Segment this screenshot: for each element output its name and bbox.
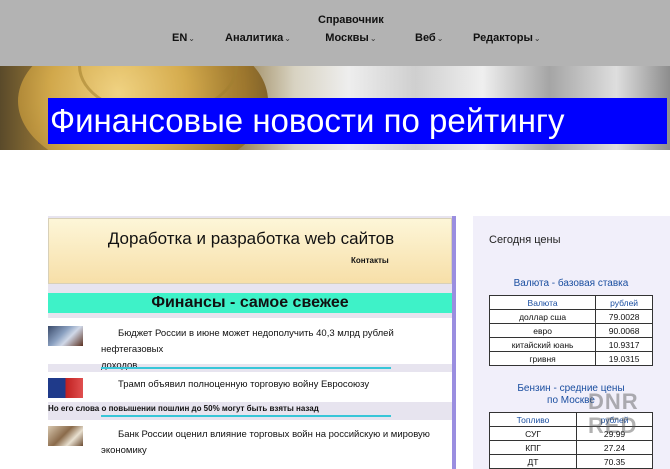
news-item[interactable]: Банк России оценил влияние торговых войн…: [48, 420, 452, 469]
table-row: ДТ 70.35: [488, 454, 653, 469]
news-quote: Но его слова о повышении пошлин до 50% м…: [48, 402, 452, 416]
currency-table: Валюта рублей доллар сша 79.0028 евро 90…: [488, 295, 653, 366]
promo-title: Доработка и разработка web сайтов: [107, 229, 395, 248]
chevron-down-icon: ⌄: [436, 34, 444, 43]
divider: [101, 367, 391, 369]
news-headline[interactable]: Трамп объявил полноценную торговую войну…: [101, 377, 369, 393]
nav-item-label-top: Справочник: [318, 14, 384, 26]
site-title: Финансовые новости по рейтингу: [48, 98, 667, 144]
nav-item-label: Редакторы: [473, 32, 533, 44]
news-thumbnail: [48, 426, 83, 446]
table-row: доллар сша 79.0028: [488, 309, 653, 324]
table-row: евро 90.0068: [488, 323, 653, 338]
column-header: Валюта: [488, 295, 597, 310]
news-headline[interactable]: Банк России оценил влияние торговых войн…: [101, 427, 430, 459]
news-thumbnail: [48, 326, 83, 346]
nav-item-label: Аналитика: [225, 32, 284, 44]
hero-banner: Финансовые новости по рейтингу: [0, 66, 670, 150]
nav-item-label: Москвы: [325, 32, 369, 44]
nav-item-web[interactable]: Веб⌄: [415, 31, 443, 46]
watermark-logo: DNR RED: [588, 389, 639, 438]
news-item[interactable]: Бюджет России в июне может недополучить …: [48, 318, 452, 371]
chevron-down-icon: ⌄: [284, 34, 291, 43]
page: EN⌄ Аналитика⌄ Справочник Москвы⌄ Веб⌄ Р…: [0, 0, 670, 469]
chevron-down-icon: ⌄: [533, 34, 541, 43]
news-item[interactable]: Трамп объявил полноценную торговую войну…: [48, 372, 452, 402]
rates-title: Сегодня цены: [489, 234, 561, 246]
column-header: рублей: [595, 295, 653, 310]
table-row: китайский юань 10.9317: [488, 337, 653, 352]
top-navigation: EN⌄ Аналитика⌄ Справочник Москвы⌄ Веб⌄ Р…: [0, 0, 670, 66]
nav-item-label: Веб: [415, 32, 436, 44]
table-row: гривня 19.0315: [488, 351, 653, 366]
chevron-down-icon: ⌄: [188, 34, 195, 43]
finance-heading: Финансы - самое свежее: [48, 293, 452, 313]
panel-border: [452, 216, 456, 469]
column-header: Топливо: [488, 412, 578, 427]
nav-item-editors[interactable]: Редакторы⌄: [473, 31, 541, 46]
table-header-row: Валюта рублей: [488, 295, 653, 310]
contacts-link[interactable]: Контакты: [351, 256, 389, 265]
divider: [101, 415, 391, 417]
nav-item-label: EN: [172, 32, 188, 44]
nav-item-analytics[interactable]: Аналитика⌄: [225, 31, 291, 46]
currency-heading: Валюта - базовая ставка: [513, 278, 629, 289]
nav-item-language[interactable]: EN⌄: [172, 31, 195, 46]
chevron-down-icon: ⌄: [369, 34, 377, 43]
nav-item-moscow-directory[interactable]: Справочник Москвы⌄: [318, 13, 384, 46]
promo-block: Доработка и разработка web сайтов Контак…: [48, 218, 452, 284]
news-thumbnail: [48, 378, 83, 398]
